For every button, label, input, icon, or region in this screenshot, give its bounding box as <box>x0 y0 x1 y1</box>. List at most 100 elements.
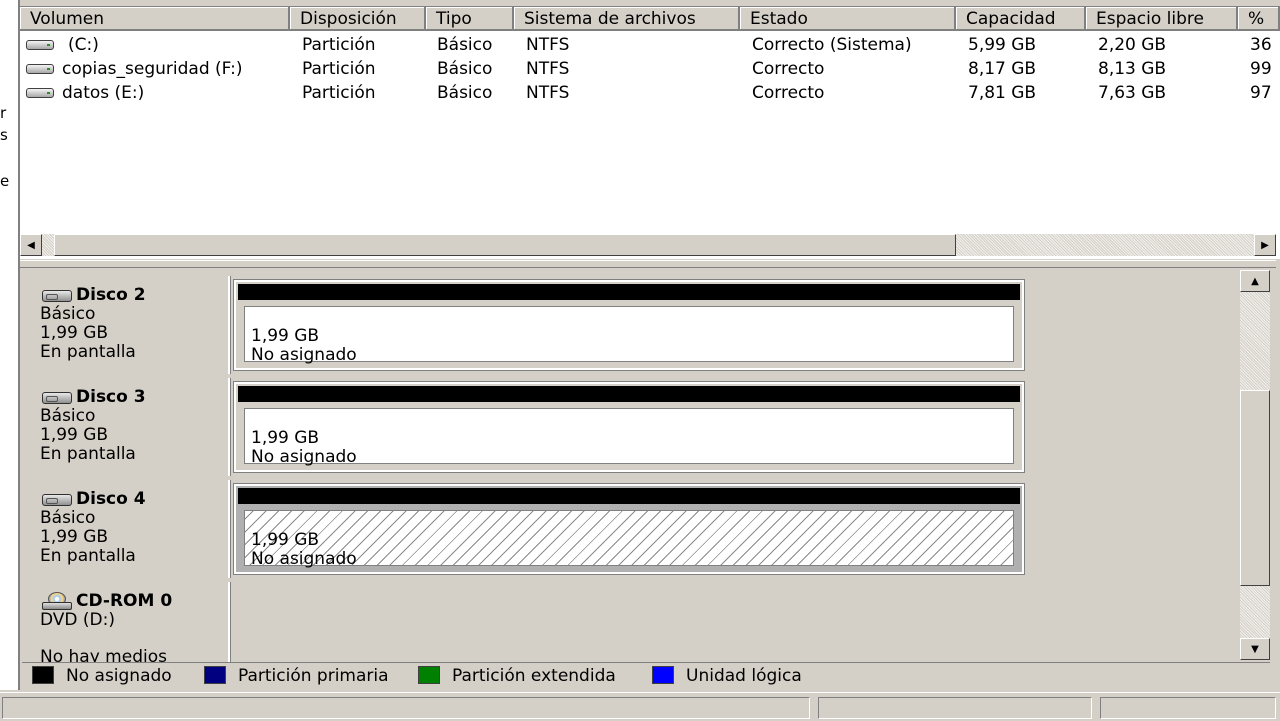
column-header-sistema-archivos[interactable]: Sistema de archivos <box>514 7 740 31</box>
disk-row-disco-2[interactable]: Disco 2 Básico 1,99 GB En pantalla 1,99 … <box>22 274 1240 376</box>
disk-row-disco-3[interactable]: Disco 3 Básico 1,99 GB En pantalla 1,99 … <box>22 376 1240 478</box>
hard-disk-icon <box>42 290 72 302</box>
unallocated-color-bar <box>238 488 1020 504</box>
partition-block-selected[interactable]: 1,99 GB No asignado <box>233 483 1025 575</box>
legend-item-unallocated: No asignado <box>32 663 172 689</box>
volume-list-horizontal-scrollbar[interactable]: ◀ ▶ <box>20 234 1276 256</box>
legend-label: Partición primaria <box>238 666 389 686</box>
disk-info[interactable]: Disco 4 Básico 1,99 GB En pantalla <box>24 480 230 578</box>
arrow-down-icon: ▼ <box>1251 643 1259 655</box>
scroll-right-button[interactable]: ▶ <box>1254 234 1276 256</box>
column-header-porcentaje[interactable]: % <box>1238 7 1280 31</box>
legend-label: Partición extendida <box>452 666 616 686</box>
disk-size: 1,99 GB <box>40 527 109 547</box>
left-pane-text-fragment: e <box>0 172 10 190</box>
scroll-left-button[interactable]: ◀ <box>20 234 42 256</box>
volume-layout: Partición <box>302 35 376 55</box>
left-pane-edge: r s e <box>0 0 20 690</box>
legend-label: No asignado <box>66 666 172 686</box>
volume-free-percent: 97 <box>1250 83 1272 103</box>
column-header-tipo[interactable]: Tipo <box>426 7 514 31</box>
left-pane-text-fragment: r <box>0 104 7 122</box>
disk-status: En pantalla <box>40 546 136 566</box>
volume-drive-icon <box>26 40 54 50</box>
pane-splitter[interactable] <box>20 260 1276 268</box>
legend-swatch <box>418 666 440 684</box>
disk-name: Disco 2 <box>76 285 146 305</box>
volume-capacity: 5,99 GB <box>968 35 1037 55</box>
volume-drive-icon <box>26 64 54 74</box>
arrow-right-icon: ▶ <box>1261 239 1269 251</box>
volume-free-percent: 99 <box>1250 59 1272 79</box>
legend-item-logical: Unidad lógica <box>652 663 802 689</box>
volume-type: Básico <box>437 59 493 79</box>
disk-row-disco-4[interactable]: Disco 4 Básico 1,99 GB En pantalla 1,99 … <box>22 478 1240 580</box>
volume-free-percent: 36 <box>1250 35 1272 55</box>
volume-row[interactable]: copias_seguridad (F:) Partición Básico N… <box>20 57 1280 81</box>
volume-filesystem: NTFS <box>526 35 570 55</box>
scroll-up-button[interactable]: ▲ <box>1240 270 1270 292</box>
volume-list[interactable]: Volumen Disposición Tipo Sistema de arch… <box>20 6 1280 259</box>
volume-name: datos (E:) <box>62 83 145 103</box>
volume-type: Básico <box>437 35 493 55</box>
horizontal-scroll-thumb[interactable] <box>54 234 956 256</box>
legend-swatch <box>32 666 54 684</box>
disk-graphical-view[interactable]: Disco 2 Básico 1,99 GB En pantalla 1,99 … <box>22 270 1240 662</box>
status-bar <box>0 692 1280 721</box>
legend-item-primary: Partición primaria <box>204 663 389 689</box>
disk-type: Básico <box>40 304 96 324</box>
volume-name: (C:) <box>68 35 99 55</box>
cdrom-status: No hay medios <box>40 647 167 663</box>
disk-name: CD-ROM 0 <box>76 591 173 611</box>
volume-row[interactable]: (C:) Partición Básico NTFS Correcto (Sis… <box>20 33 1280 57</box>
disk-name: Disco 3 <box>76 387 146 407</box>
partition-size: 1,99 GB <box>251 530 320 550</box>
volume-layout: Partición <box>302 59 376 79</box>
disk-info[interactable]: Disco 3 Básico 1,99 GB En pantalla <box>24 378 230 476</box>
arrow-left-icon: ◀ <box>27 239 35 251</box>
disk-size: 1,99 GB <box>40 425 109 445</box>
unallocated-color-bar <box>238 284 1020 300</box>
legend-swatch <box>204 666 226 684</box>
volume-filesystem: NTFS <box>526 59 570 79</box>
volume-capacity: 8,17 GB <box>968 59 1037 79</box>
scroll-down-button[interactable]: ▼ <box>1240 638 1270 660</box>
volume-filesystem: NTFS <box>526 83 570 103</box>
hard-disk-icon <box>42 392 72 404</box>
column-header-espacio-libre[interactable]: Espacio libre <box>1086 7 1238 31</box>
cdrom-drive: DVD (D:) <box>40 610 115 630</box>
disk-status: En pantalla <box>40 444 136 464</box>
disk-type: Básico <box>40 406 96 426</box>
volume-drive-icon <box>26 88 54 98</box>
disk-row-cdrom-0[interactable]: CD-ROM 0 DVD (D:) No hay medios <box>22 580 1240 662</box>
disk-status: En pantalla <box>40 342 136 362</box>
column-header-estado[interactable]: Estado <box>740 7 956 31</box>
partition-size: 1,99 GB <box>251 428 320 448</box>
disk-view-vertical-scrollbar[interactable]: ▲ ▼ <box>1240 270 1270 660</box>
column-header-disposicion[interactable]: Disposición <box>290 7 426 31</box>
volume-status: Correcto (Sistema) <box>752 35 912 55</box>
legend-item-extended: Partición extendida <box>418 663 616 689</box>
disk-info[interactable]: CD-ROM 0 DVD (D:) No hay medios <box>24 582 230 662</box>
partition-body[interactable]: 1,99 GB No asignado <box>244 510 1014 569</box>
partition-body[interactable]: 1,99 GB No asignado <box>244 408 1014 467</box>
disk-name: Disco 4 <box>76 489 146 509</box>
column-header-volumen[interactable]: Volumen <box>20 7 290 31</box>
unallocated-color-bar <box>238 386 1020 402</box>
partition-label: No asignado <box>251 549 357 569</box>
volume-row[interactable]: datos (E:) Partición Básico NTFS Correct… <box>20 81 1280 105</box>
partition-block[interactable]: 1,99 GB No asignado <box>233 279 1025 371</box>
hard-disk-icon <box>42 494 72 506</box>
legend-swatch <box>652 666 674 684</box>
arrow-up-icon: ▲ <box>1251 275 1259 287</box>
partition-body[interactable]: 1,99 GB No asignado <box>244 306 1014 365</box>
partition-block[interactable]: 1,99 GB No asignado <box>233 381 1025 473</box>
legend-label: Unidad lógica <box>686 666 802 686</box>
partition-legend: No asignado Partición primaria Partición… <box>22 662 1270 689</box>
disk-info[interactable]: Disco 2 Básico 1,99 GB En pantalla <box>24 276 230 374</box>
volume-name: copias_seguridad (F:) <box>62 59 243 79</box>
partition-label: No asignado <box>251 447 357 467</box>
vertical-scroll-thumb[interactable] <box>1240 390 1270 586</box>
column-header-capacidad[interactable]: Capacidad <box>956 7 1086 31</box>
volume-type: Básico <box>437 83 493 103</box>
